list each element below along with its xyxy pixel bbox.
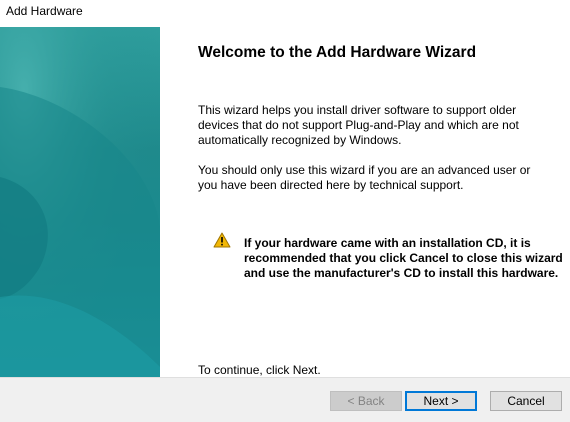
cancel-button[interactable]: Cancel [490,391,562,411]
continue-instruction: To continue, click Next. [198,363,321,377]
title-bar[interactable]: Add Hardware [0,0,570,27]
next-button[interactable]: Next > [405,391,477,411]
wizard-content: Welcome to the Add Hardware Wizard This … [160,27,570,377]
window-title: Add Hardware [6,4,83,18]
add-hardware-window: Add Hardware Welcome to the Add Hardware… [0,0,570,422]
button-bar: < Back Next > Cancel [0,377,570,422]
wizard-heading: Welcome to the Add Hardware Wizard [198,44,477,61]
warning-text: If your hardware came with an installati… [244,236,563,280]
back-button[interactable]: < Back [330,391,402,411]
warning-triangle-icon [213,232,231,248]
advice-text: You should only use this wizard if you a… [198,163,531,192]
banner-graphic [0,27,160,377]
intro-text: This wizard helps you install driver sof… [198,103,519,147]
wizard-side-banner [0,27,160,377]
